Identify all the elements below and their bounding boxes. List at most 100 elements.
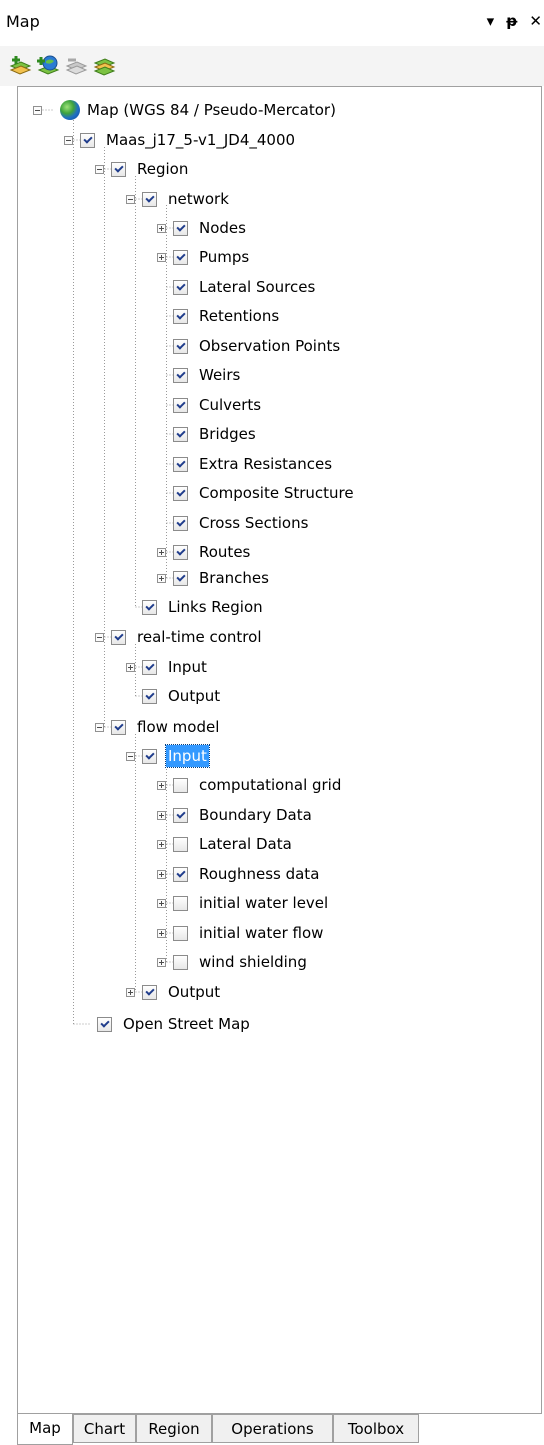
tree-item-links-region[interactable]: Links Region — [142, 595, 265, 619]
tree-item-label: Pumps — [199, 248, 250, 266]
layer-checkbox[interactable] — [111, 629, 126, 645]
layer-checkbox[interactable] — [142, 984, 157, 1000]
layer-checkbox[interactable] — [173, 308, 188, 324]
tab-toolbox[interactable]: Toolbox — [333, 1414, 419, 1443]
collapse-icon[interactable] — [64, 136, 73, 145]
tree-item-pumps[interactable]: Pumps — [173, 245, 251, 269]
expand-icon[interactable] — [157, 253, 166, 262]
tree-item-nodes[interactable]: Nodes — [173, 216, 248, 240]
tree-item-initial-water-flow[interactable]: initial water flow — [173, 921, 325, 945]
layer-checkbox[interactable] — [173, 777, 188, 793]
tree-item-lateral-data[interactable]: Lateral Data — [173, 832, 294, 856]
zoom-to-layer-button[interactable] — [92, 54, 116, 76]
layer-checkbox[interactable] — [173, 220, 188, 236]
tab-map[interactable]: Map — [17, 1414, 73, 1445]
tree-item-open-street-map[interactable]: Open Street Map — [97, 1012, 252, 1036]
layer-checkbox[interactable] — [111, 161, 126, 177]
tree-item-cross-sections[interactable]: Cross Sections — [173, 511, 310, 535]
remove-layer-button[interactable] — [64, 54, 88, 76]
tree-item-lateral-sources[interactable]: Lateral Sources — [173, 275, 317, 299]
tree-item-bridges[interactable]: Bridges — [173, 422, 258, 446]
tree-item-flow-input[interactable]: Input — [142, 744, 210, 768]
tree-item-label: flow model — [137, 718, 220, 736]
tree-item-flow-output[interactable]: Output — [142, 980, 222, 1004]
layer-checkbox[interactable] — [173, 954, 188, 970]
tree-item-observation-points[interactable]: Observation Points — [173, 334, 342, 358]
layer-checkbox[interactable] — [173, 925, 188, 941]
collapse-icon[interactable] — [95, 723, 104, 732]
expand-icon[interactable] — [157, 840, 166, 849]
layer-checkbox[interactable] — [173, 397, 188, 413]
collapse-icon[interactable] — [95, 633, 104, 642]
expand-icon[interactable] — [157, 811, 166, 820]
layer-checkbox[interactable] — [173, 866, 188, 882]
tree-item-label: Map (WGS 84 / Pseudo-Mercator) — [87, 101, 336, 119]
window-menu-icon[interactable]: ▾ — [487, 12, 495, 30]
layer-checkbox[interactable] — [173, 279, 188, 295]
expand-icon[interactable] — [157, 899, 166, 908]
layer-checkbox[interactable] — [173, 338, 188, 354]
tab-chart[interactable]: Chart — [73, 1414, 136, 1443]
tree-item-extra-resistances[interactable]: Extra Resistances — [173, 452, 334, 476]
collapse-icon[interactable] — [126, 752, 135, 761]
add-layer-button[interactable] — [8, 54, 32, 76]
layer-checkbox[interactable] — [142, 688, 157, 704]
tree-item-map-root[interactable]: Map (WGS 84 / Pseudo-Mercator) — [60, 98, 338, 122]
tree-item-retentions[interactable]: Retentions — [173, 304, 281, 328]
collapse-icon[interactable] — [126, 195, 135, 204]
expand-icon[interactable] — [126, 663, 135, 672]
expand-icon[interactable] — [157, 870, 166, 879]
tree-item-rtc-input[interactable]: Input — [142, 655, 209, 679]
layer-checkbox[interactable] — [97, 1016, 112, 1032]
tree-item-label: Branches — [199, 569, 269, 587]
layer-tree[interactable]: Map (WGS 84 / Pseudo-Mercator) Maas_j17_… — [17, 86, 542, 1414]
tree-item-initial-water-level[interactable]: initial water level — [173, 891, 330, 915]
expand-icon[interactable] — [157, 224, 166, 233]
layer-checkbox[interactable] — [80, 132, 95, 148]
tree-item-weirs[interactable]: Weirs — [173, 363, 242, 387]
expand-icon[interactable] — [126, 988, 135, 997]
layer-checkbox[interactable] — [173, 836, 188, 852]
expand-icon[interactable] — [157, 574, 166, 583]
tab-region[interactable]: Region — [136, 1414, 212, 1443]
expand-icon[interactable] — [157, 929, 166, 938]
layer-checkbox[interactable] — [173, 485, 188, 501]
tree-item-flow-model[interactable]: flow model — [111, 715, 221, 739]
expand-icon[interactable] — [157, 958, 166, 967]
close-icon[interactable]: ✕ — [529, 12, 542, 30]
layer-checkbox[interactable] — [173, 249, 188, 265]
layer-checkbox[interactable] — [173, 426, 188, 442]
tree-item-culverts[interactable]: Culverts — [173, 393, 263, 417]
tree-item-model[interactable]: Maas_j17_5-v1_JD4_4000 — [80, 128, 297, 152]
layer-checkbox[interactable] — [142, 599, 157, 615]
expand-icon[interactable] — [157, 548, 166, 557]
tree-item-region[interactable]: Region — [111, 157, 190, 181]
tree-item-roughness-data[interactable]: Roughness data — [173, 862, 321, 886]
layer-checkbox[interactable] — [173, 544, 188, 560]
tree-item-network[interactable]: network — [142, 187, 231, 211]
tree-item-routes[interactable]: Routes — [173, 540, 252, 564]
layer-checkbox[interactable] — [173, 456, 188, 472]
expand-icon[interactable] — [157, 781, 166, 790]
add-wms-layer-button[interactable] — [36, 54, 60, 76]
layer-checkbox[interactable] — [173, 367, 188, 383]
tree-item-branches[interactable]: Branches — [173, 566, 271, 590]
tree-item-computational-grid[interactable]: computational grid — [173, 773, 343, 797]
collapse-icon[interactable] — [95, 165, 104, 174]
tree-item-rtc-output[interactable]: Output — [142, 684, 222, 708]
tree-item-composite-structure[interactable]: Composite Structure — [173, 481, 356, 505]
layer-checkbox[interactable] — [173, 515, 188, 531]
layer-checkbox[interactable] — [142, 659, 157, 675]
tree-item-wind-shielding[interactable]: wind shielding — [173, 950, 309, 974]
layer-checkbox[interactable] — [142, 748, 157, 764]
layer-checkbox[interactable] — [142, 191, 157, 207]
collapse-icon[interactable] — [33, 106, 42, 115]
tab-operations[interactable]: Operations — [212, 1414, 333, 1443]
layer-checkbox[interactable] — [173, 895, 188, 911]
layer-checkbox[interactable] — [173, 807, 188, 823]
layer-checkbox[interactable] — [111, 719, 126, 735]
tree-item-boundary-data[interactable]: Boundary Data — [173, 803, 314, 827]
pin-icon[interactable]: ᵽ — [506, 12, 517, 30]
layer-checkbox[interactable] — [173, 570, 188, 586]
tree-item-real-time-control[interactable]: real-time control — [111, 625, 264, 649]
